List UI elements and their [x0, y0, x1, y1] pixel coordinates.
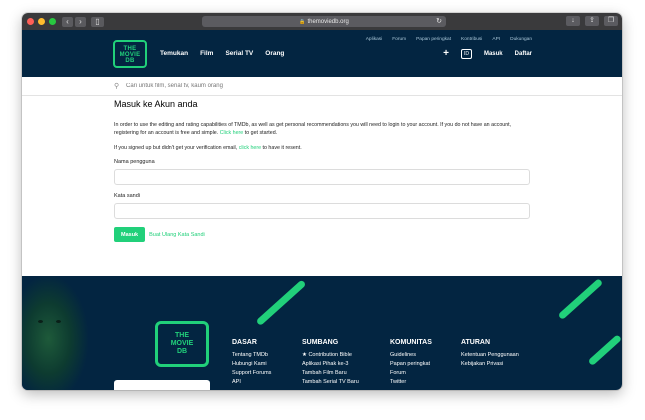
footer-column-legal: ATURAN Ketentuan Penggunaan Kebijakan Pr…: [461, 339, 519, 369]
language-button[interactable]: ID: [460, 48, 472, 59]
footer-link[interactable]: ★ Contribution Bible: [302, 351, 359, 360]
subnav-support[interactable]: Dukungan: [510, 37, 532, 42]
verification-note: If you signed up but didn't get your ver…: [114, 144, 532, 152]
username-label: Nama pengguna: [114, 159, 155, 165]
subnav-apps[interactable]: Aplikasi: [366, 37, 383, 42]
nav-item-people[interactable]: Orang: [265, 50, 284, 57]
resend-link[interactable]: click here: [239, 145, 261, 151]
password-field[interactable]: [114, 203, 530, 219]
decor-stripe: [587, 334, 622, 367]
login-intro: In order to use the editing and rating c…: [114, 121, 532, 137]
footer-column-title: SUMBANG: [302, 339, 339, 346]
footer-link[interactable]: Twitter: [390, 378, 432, 387]
footer-column-title: DASAR: [232, 339, 257, 346]
footer-link[interactable]: Aplikasi Pihak ke-3: [302, 360, 359, 369]
intro-text: In order to use the editing and rating c…: [114, 122, 512, 136]
download-button[interactable]: ↓: [566, 16, 580, 26]
site-logo[interactable]: THE MOVIE DB: [113, 40, 147, 68]
form-actions: Masuk Buat Ulang Kata Sandi: [114, 227, 532, 242]
sidebar-toggle-button[interactable]: ▯: [91, 16, 104, 27]
login-button[interactable]: Masuk: [114, 227, 146, 242]
page-title: Masuk ke Akun anda: [114, 99, 198, 109]
back-button[interactable]: ‹: [62, 16, 73, 27]
site-footer: THE MOVIE DB DASAR Tentang TMDb Hubungi Ka…: [22, 276, 622, 390]
nav-item-tv[interactable]: Serial TV: [225, 50, 253, 57]
sub-nav: Aplikasi Forum Papan peringkat Kontribus…: [366, 37, 532, 42]
footer-link[interactable]: Tentang TMDb: [232, 351, 271, 360]
footer-link[interactable]: Papan peringkat: [390, 360, 432, 369]
footer-column-title: ATURAN: [461, 339, 491, 346]
window-controls: [27, 18, 56, 25]
footer-link[interactable]: Tambah Serial TV Baru: [302, 378, 359, 387]
search-icon: ⚲: [114, 83, 120, 90]
lock-icon: 🔒: [299, 18, 306, 25]
reload-icon[interactable]: ↻: [436, 16, 442, 27]
footer-column-title: KOMUNITAS: [390, 339, 432, 346]
browser-toolbar-right: ↓ ⇪ ❐: [566, 16, 618, 26]
nav-item-discover[interactable]: Temukan: [160, 50, 188, 57]
username-field[interactable]: [114, 169, 530, 185]
login-link[interactable]: Masuk: [484, 51, 503, 57]
footer-link[interactable]: Forum: [390, 369, 432, 378]
signup-link[interactable]: Daftar: [515, 51, 532, 57]
portrait-eye-left: [38, 320, 43, 323]
main-nav: Temukan Film Serial TV Orang: [160, 50, 284, 57]
browser-titlebar: ‹ › ▯ 🔒 themoviedb.org ↻ ↓ ⇪ ❐: [22, 13, 622, 30]
subnav-forums[interactable]: Forum: [392, 37, 406, 42]
zoom-window-button[interactable]: [49, 18, 56, 25]
close-window-button[interactable]: [27, 18, 34, 25]
footer-link[interactable]: API: [232, 378, 271, 387]
footer-link[interactable]: Kebijakan Privasi: [461, 360, 519, 369]
subnav-leaderboard[interactable]: Papan peringkat: [416, 37, 451, 42]
register-link[interactable]: Click here: [220, 130, 244, 136]
tabs-button[interactable]: ❐: [604, 16, 618, 26]
nav-item-movies[interactable]: Film: [200, 50, 213, 57]
site-header: THE MOVIE DB Temukan Film Serial TV Orang …: [22, 30, 622, 77]
footer-logo[interactable]: THE MOVIE DB: [155, 321, 209, 367]
verification-text-end: to have it resent.: [261, 145, 302, 151]
portrait-eye-right: [56, 320, 61, 323]
url-text: themoviedb.org: [307, 18, 349, 25]
browser-window: ‹ › ▯ 🔒 themoviedb.org ↻ ↓ ⇪ ❐ THE MOVIE D…: [22, 13, 622, 390]
footer-column-basics: DASAR Tentang TMDb Hubungi Kami Support …: [232, 339, 271, 387]
footer-link[interactable]: Tambah Film Baru: [302, 369, 359, 378]
reset-password-link[interactable]: Buat Ulang Kata Sandi: [149, 232, 205, 238]
decor-stripe: [255, 279, 307, 327]
footer-link[interactable]: Hubungi Kami: [232, 360, 271, 369]
password-label: Kata sandi: [114, 193, 140, 199]
footer-link[interactable]: Support Forums: [232, 369, 271, 378]
forward-button[interactable]: ›: [75, 16, 86, 27]
share-button[interactable]: ⇪: [585, 16, 599, 26]
address-bar[interactable]: 🔒 themoviedb.org ↻: [202, 16, 446, 27]
add-icon[interactable]: +: [443, 48, 449, 59]
decor-stripe: [557, 278, 604, 321]
header-actions: + ID Masuk Daftar: [443, 48, 532, 59]
footer-column-community: KOMUNITAS Guidelines Papan peringkat For…: [390, 339, 432, 387]
intro-text-end: to get started.: [243, 130, 278, 136]
search-input[interactable]: [126, 80, 426, 92]
minimize-window-button[interactable]: [38, 18, 45, 25]
footer-link[interactable]: Ketentuan Penggunaan: [461, 351, 519, 360]
subnav-api[interactable]: API: [492, 37, 500, 42]
search-bar: ⚲: [22, 77, 622, 96]
footer-join-button[interactable]: [114, 380, 210, 390]
footer-column-contribute: SUMBANG ★ Contribution Bible Aplikasi Pi…: [302, 339, 359, 387]
footer-link[interactable]: Guidelines: [390, 351, 432, 360]
subnav-contribute[interactable]: Kontribusi: [461, 37, 482, 42]
footer-portrait-image: [22, 276, 88, 390]
login-form: Masuk ke Akun anda In order to use the e…: [114, 99, 532, 242]
verification-text: If you signed up but didn't get your ver…: [114, 145, 239, 151]
